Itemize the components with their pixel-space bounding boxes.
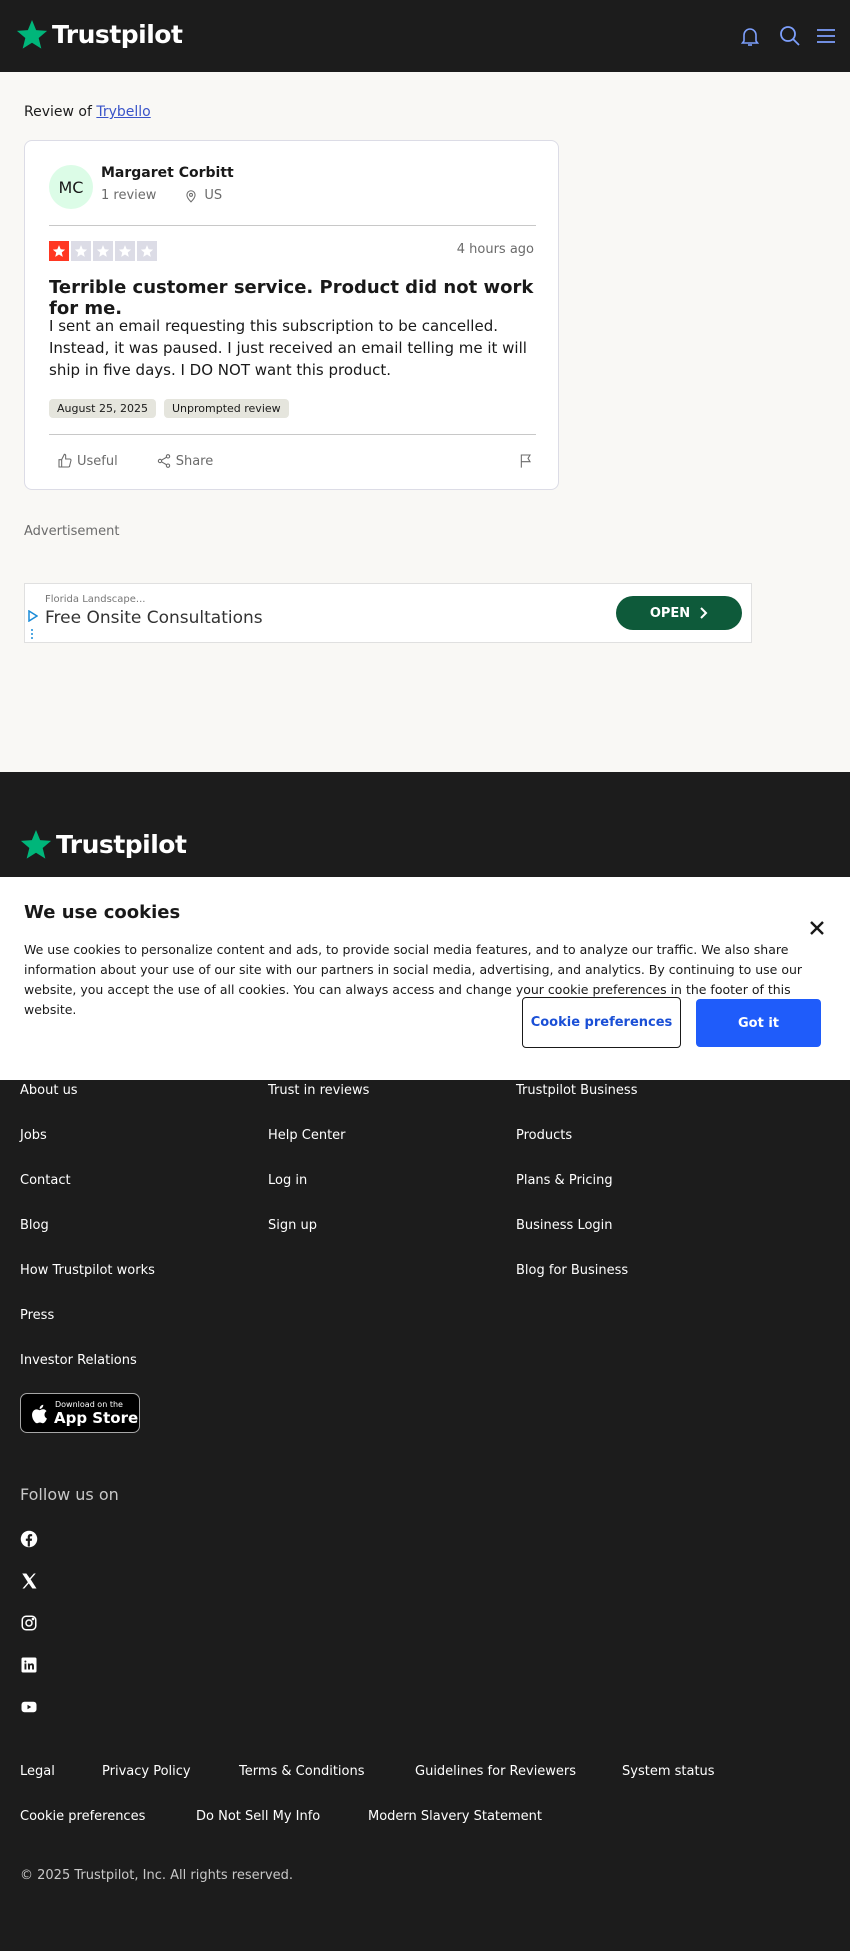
star-icon (118, 245, 132, 257)
close-icon[interactable] (808, 919, 826, 937)
follow-us-label: Follow us on (20, 1485, 119, 1504)
trustpilot-star-icon (16, 20, 48, 49)
app-store-small-text: Download on the (55, 1400, 123, 1409)
legal-link[interactable]: Legal (20, 1764, 55, 1779)
divider (49, 225, 536, 226)
legal-link[interactable]: Do Not Sell My Info (196, 1809, 320, 1824)
footer-link[interactable]: Blog for Business (516, 1263, 628, 1278)
trustpilot-logo[interactable]: Trustpilot (16, 18, 183, 50)
advertisement-banner[interactable]: Florida Landscape... Free Onsite Consult… (24, 583, 752, 643)
app-store-badge[interactable]: Download on the App Store (20, 1393, 140, 1433)
star-empty (71, 241, 91, 261)
ad-advertiser: Florida Landscape... (45, 594, 146, 605)
footer-link[interactable]: Contact (20, 1173, 71, 1188)
linkedin-icon[interactable] (20, 1656, 38, 1674)
search-icon[interactable] (778, 24, 802, 48)
reviewer-name[interactable]: Margaret Corbitt (101, 165, 234, 181)
star-icon (74, 245, 88, 257)
star-empty (137, 241, 157, 261)
footer-link[interactable]: Investor Relations (20, 1353, 137, 1368)
app-store-big-text: App Store (54, 1409, 139, 1427)
advertisement-label: Advertisement (24, 524, 120, 539)
cookie-title: We use cookies (24, 902, 181, 923)
star-filled (49, 241, 69, 261)
star-rating (49, 241, 157, 261)
legal-link[interactable]: Modern Slavery Statement (368, 1809, 542, 1824)
trustpilot-star-icon (20, 830, 52, 859)
date-tag: August 25, 2025 (49, 399, 156, 418)
star-icon (96, 245, 110, 257)
legal-link[interactable]: Terms & Conditions (239, 1764, 365, 1779)
apple-icon (32, 1404, 47, 1424)
legal-link[interactable]: Privacy Policy (102, 1764, 191, 1779)
footer-link[interactable]: Plans & Pricing (516, 1173, 613, 1188)
cookie-banner: We use cookies We use cookies to persona… (0, 877, 850, 1080)
legal-link[interactable]: System status (622, 1764, 715, 1779)
star-empty (115, 241, 135, 261)
company-link[interactable]: Trybello (96, 104, 150, 120)
footer-link[interactable]: Trust in reviews (268, 1083, 369, 1098)
review-count: 1 review (101, 188, 157, 203)
legal-link[interactable]: Cookie preferences (20, 1809, 145, 1824)
ad-open-button[interactable]: OPEN (616, 596, 742, 630)
review-card: MC Margaret Corbitt 1 review US 4 hours … (24, 140, 559, 490)
share-icon (157, 454, 170, 468)
review-time: 4 hours ago (456, 242, 534, 257)
ad-headline[interactable]: Free Onsite Consultations (45, 608, 263, 628)
cookie-preferences-button[interactable]: Cookie preferences (522, 997, 681, 1048)
star-empty (93, 241, 113, 261)
star-icon (140, 245, 154, 257)
menu-icon[interactable] (814, 24, 838, 48)
footer-link[interactable]: Business Login (516, 1218, 613, 1233)
reviewer-country: US (204, 188, 223, 203)
brand-name: Trustpilot (52, 19, 183, 49)
ad-choices-icon[interactable] (28, 610, 38, 622)
footer-link[interactable]: Help Center (268, 1128, 346, 1143)
chevron-right-icon (700, 607, 708, 619)
main-content: Review of Trybello MC Margaret Corbitt 1… (0, 72, 850, 772)
legal-link[interactable]: Guidelines for Reviewers (415, 1764, 576, 1779)
brand-name: Trustpilot (56, 829, 187, 859)
footer-link[interactable]: About us (20, 1083, 78, 1098)
divider (49, 434, 536, 435)
instagram-icon[interactable] (20, 1614, 38, 1632)
youtube-icon[interactable] (20, 1698, 38, 1716)
footer-link[interactable]: How Trustpilot works (20, 1263, 155, 1278)
footer-link[interactable]: Sign up (268, 1218, 317, 1233)
review-body: I sent an email requesting this subscrip… (49, 317, 527, 379)
share-button[interactable]: Share (148, 453, 222, 469)
got-it-button[interactable]: Got it (696, 999, 821, 1047)
footer-link[interactable]: Jobs (20, 1128, 47, 1143)
facebook-icon[interactable] (20, 1530, 38, 1548)
location-pin-icon (186, 189, 197, 203)
footer-link[interactable]: Blog (20, 1218, 49, 1233)
unprompted-tag[interactable]: Unprompted review (163, 399, 289, 418)
useful-label: Useful (77, 453, 118, 469)
useful-button[interactable]: Useful (49, 453, 126, 469)
thumbs-up-icon (58, 453, 72, 468)
star-icon (52, 245, 66, 257)
ad-open-label: OPEN (649, 605, 691, 621)
x-icon[interactable] (20, 1572, 38, 1590)
bell-icon[interactable] (738, 24, 762, 48)
copyright: © 2025 Trustpilot, Inc. All rights reser… (20, 1868, 294, 1883)
review-tags: August 25, 2025 Unprompted review (49, 399, 289, 418)
review-of: Review of Trybello (24, 104, 151, 120)
footer-link[interactable]: Press (20, 1308, 54, 1323)
review-title[interactable]: Terrible customer service. Product did n… (49, 277, 536, 319)
review-actions: Useful Share (49, 453, 221, 469)
footer-link[interactable]: Log in (268, 1173, 307, 1188)
footer-logo[interactable]: Trustpilot (20, 828, 187, 860)
flag-icon[interactable] (518, 453, 534, 469)
footer-link[interactable]: Products (516, 1128, 572, 1143)
avatar[interactable]: MC (49, 165, 93, 209)
share-label: Share (175, 453, 214, 469)
reviewer-meta: 1 review US (101, 188, 222, 203)
ad-menu-icon[interactable] (31, 628, 33, 640)
footer-link[interactable]: Trustpilot Business (516, 1083, 637, 1098)
review-of-prefix: Review of (24, 104, 92, 120)
site-header: Trustpilot (0, 0, 850, 72)
